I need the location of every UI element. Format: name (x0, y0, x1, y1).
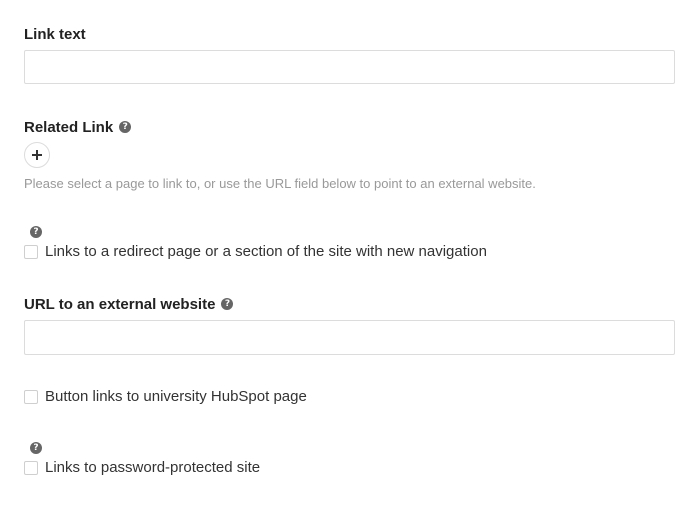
hubspot-checkbox-label[interactable]: Button links to university HubSpot page (45, 388, 307, 406)
related-link-label-row: Related Link? (24, 119, 132, 137)
related-link-label: Related Link (24, 119, 114, 136)
password-protected-checkbox-label[interactable]: Links to password-protected site (45, 459, 260, 477)
redirect-checkbox[interactable] (24, 245, 38, 259)
hubspot-checkbox[interactable] (24, 390, 38, 404)
question-circle-icon[interactable]: ? (30, 226, 42, 238)
link-text-input[interactable] (24, 50, 675, 84)
link-text-label: Link text (24, 26, 86, 43)
external-url-label-row: URL to an external website? (24, 296, 234, 314)
password-protected-checkbox[interactable] (24, 461, 38, 475)
question-circle-icon[interactable]: ? (30, 442, 42, 454)
question-circle-icon[interactable]: ? (119, 121, 132, 134)
redirect-checkbox-label[interactable]: Links to a redirect page or a section of… (45, 243, 487, 261)
related-link-help-text: Please select a page to link to, or use … (24, 176, 536, 191)
external-url-label: URL to an external website (24, 296, 216, 313)
external-url-input[interactable] (24, 320, 675, 355)
question-circle-icon[interactable]: ? (221, 298, 234, 311)
add-related-link-button[interactable] (24, 142, 50, 168)
